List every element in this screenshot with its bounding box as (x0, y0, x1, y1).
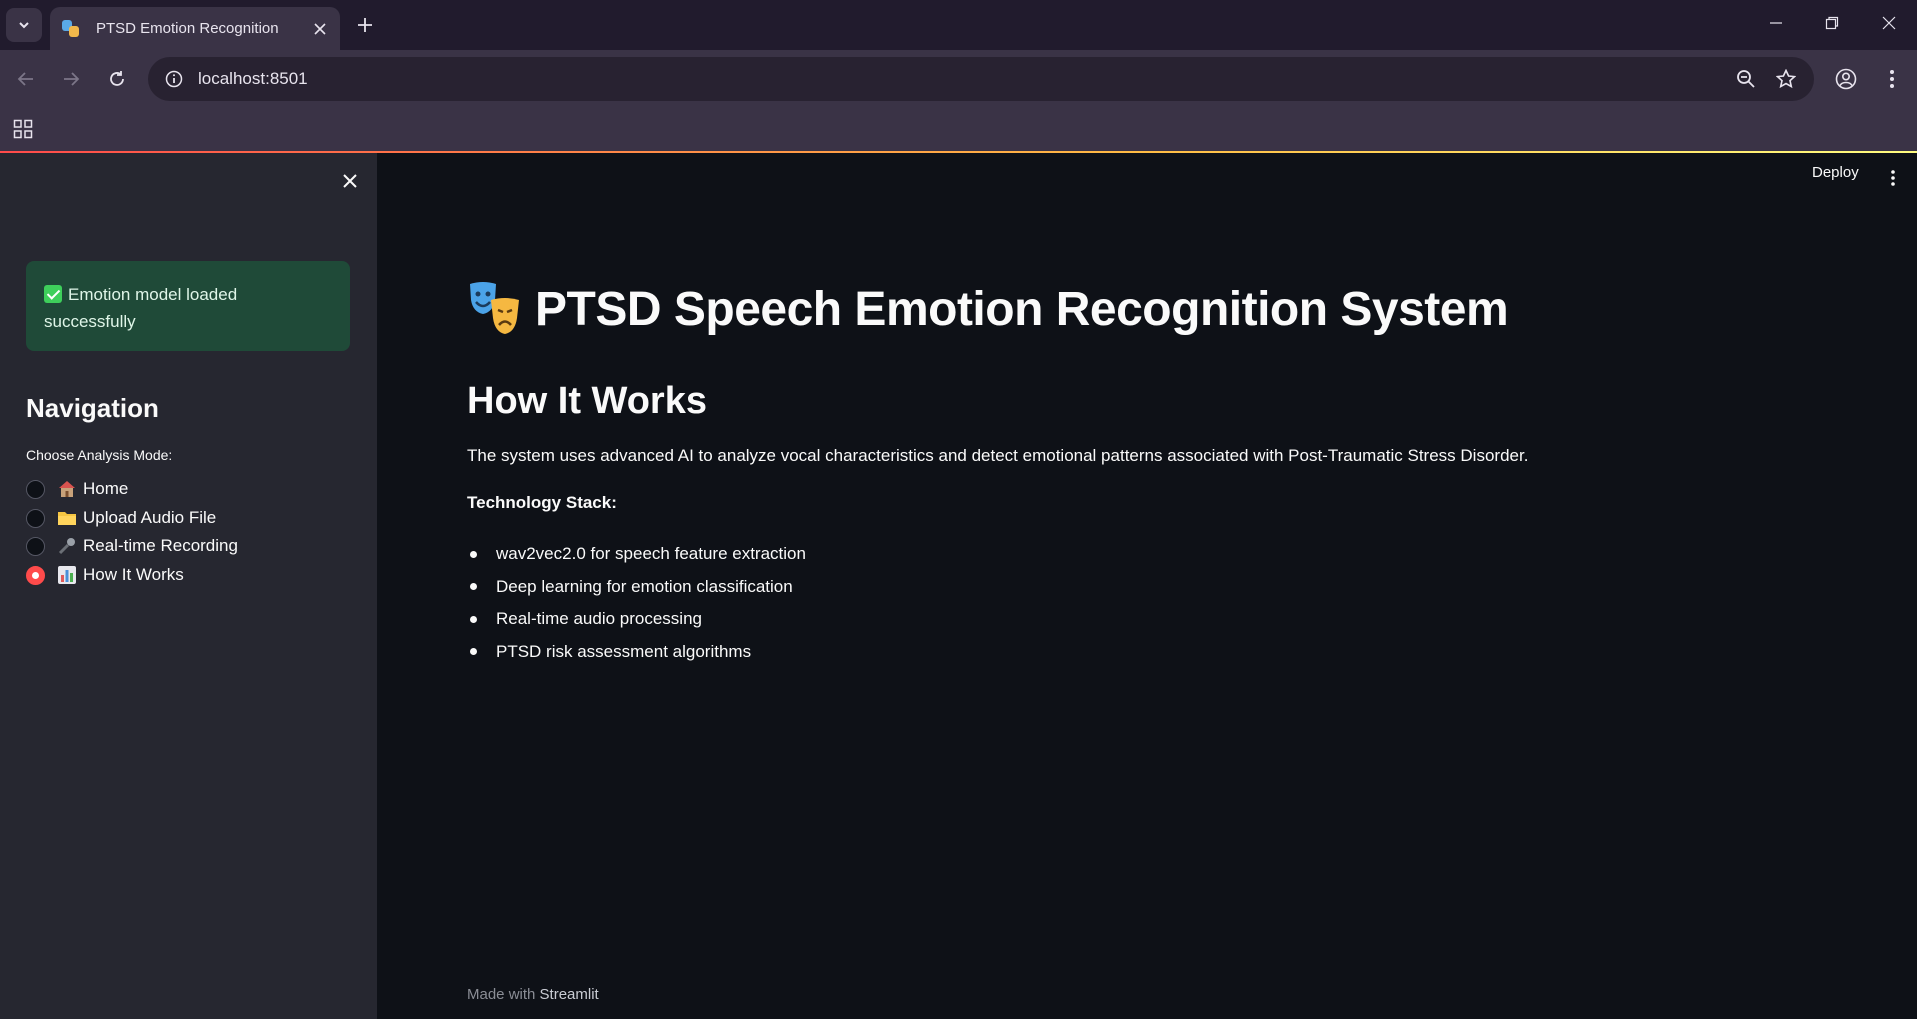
url-text: localhost:8501 (198, 69, 308, 88)
house-icon (57, 479, 77, 499)
footer: Made with Streamlit (467, 986, 599, 1003)
restore-icon[interactable] (1814, 8, 1850, 38)
back-arrow-icon[interactable] (10, 63, 42, 95)
list-item: Deep learning for emotion classification (467, 571, 806, 604)
radio-button[interactable] (26, 536, 45, 556)
bookmark-star-icon[interactable] (1766, 59, 1806, 99)
chevron-down-icon (19, 22, 29, 29)
tab-search-button[interactable] (6, 8, 42, 42)
close-tab-icon[interactable] (308, 17, 332, 41)
radio-option-label: How It Works (83, 565, 184, 584)
radio-option-home[interactable]: Home (26, 476, 128, 502)
radio-option-realtime[interactable]: Real-time Recording (26, 533, 238, 559)
browser-tab-bar: PTSD Emotion Recognition (0, 0, 1917, 50)
bullet-icon (470, 583, 477, 591)
page-title: PTSD Speech Emotion Recognition System (535, 282, 1509, 336)
radio-button[interactable] (26, 508, 45, 528)
bookmarks-bar (0, 108, 1917, 151)
sidebar: Emotion model loaded successfully Naviga… (0, 153, 377, 1019)
bullet-icon (470, 550, 477, 558)
list-item: PTSD risk assessment algorithms (467, 636, 806, 669)
zoom-icon[interactable] (1726, 59, 1766, 99)
success-alert: Emotion model loaded successfully (26, 261, 350, 351)
navigation-heading: Navigation (26, 393, 159, 423)
list-item-text: Deep learning for emotion classification (496, 576, 793, 596)
theater-masks-icon (470, 282, 519, 334)
profile-icon[interactable] (1830, 63, 1862, 95)
close-window-icon[interactable] (1871, 8, 1907, 38)
list-item: wav2vec2.0 for speech feature extraction (467, 538, 806, 571)
technology-stack-label: Technology Stack: (467, 493, 617, 512)
minimize-icon[interactable] (1758, 8, 1794, 38)
check-mark-icon (44, 285, 62, 303)
forward-arrow-icon[interactable] (55, 63, 87, 95)
radio-button-selected[interactable] (26, 565, 45, 585)
radio-option-label: Real-time Recording (83, 536, 238, 555)
deploy-button[interactable]: Deploy (1812, 164, 1859, 181)
bullet-icon (470, 648, 477, 656)
list-item-text: wav2vec2.0 for speech feature extraction (496, 544, 806, 564)
list-item-text: PTSD risk assessment algorithms (496, 641, 752, 661)
reload-icon[interactable] (101, 63, 133, 95)
technology-stack-list: wav2vec2.0 for speech feature extraction… (467, 538, 806, 668)
bullet-icon (470, 615, 477, 623)
tab-title: PTSD Emotion Recognition (96, 20, 279, 37)
alert-text: Emotion model loaded successfully (44, 285, 238, 331)
streamlit-link[interactable]: Streamlit (540, 986, 599, 1003)
address-bar[interactable]: localhost:8501 (148, 57, 1814, 101)
folder-icon (57, 508, 77, 528)
browser-tab[interactable]: PTSD Emotion Recognition (50, 7, 340, 50)
radio-option-label: Upload Audio File (83, 508, 217, 527)
browser-toolbar: localhost:8501 (0, 50, 1917, 108)
section-heading: How It Works (467, 380, 707, 422)
list-item-text: Real-time audio processing (496, 609, 702, 629)
description-text: The system uses advanced AI to analyze v… (467, 446, 1529, 465)
radio-option-upload[interactable]: Upload Audio File (26, 505, 216, 531)
radio-option-how-it-works[interactable]: How It Works (26, 562, 184, 588)
close-sidebar-icon[interactable] (337, 168, 363, 194)
analysis-mode-label: Choose Analysis Mode: (26, 447, 173, 463)
radio-button[interactable] (26, 479, 45, 499)
radio-option-label: Home (83, 479, 129, 498)
main-menu-icon[interactable] (1880, 165, 1906, 191)
page-title-row: PTSD Speech Emotion Recognition System (467, 280, 1509, 338)
new-tab-plus-icon[interactable] (350, 10, 380, 40)
list-item: Real-time audio processing (467, 603, 806, 636)
bar-chart-icon (57, 565, 77, 585)
theater-masks-icon (60, 18, 82, 40)
browser-menu-icon[interactable] (1876, 63, 1908, 95)
site-info-icon[interactable] (152, 57, 196, 101)
microphone-icon (57, 536, 77, 556)
footer-text: Made with (467, 986, 536, 1003)
apps-grid-icon[interactable] (10, 116, 36, 142)
